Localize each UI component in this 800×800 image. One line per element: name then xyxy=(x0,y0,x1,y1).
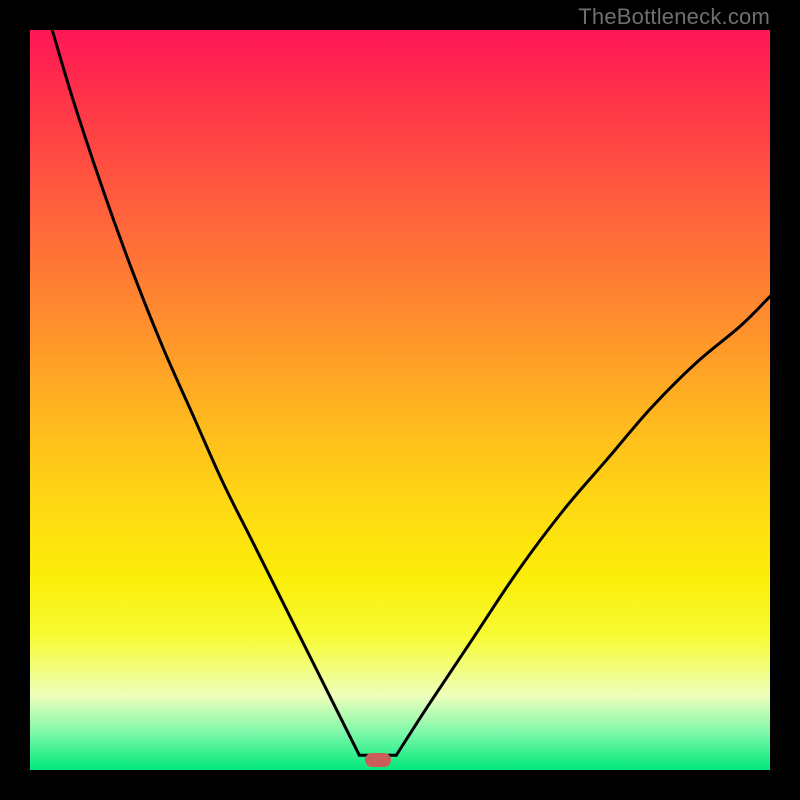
optimal-marker xyxy=(365,753,391,767)
left-branch-path xyxy=(52,30,359,755)
right-branch-path xyxy=(396,296,770,755)
plot-area xyxy=(30,30,770,770)
watermark-text: TheBottleneck.com xyxy=(578,4,770,30)
chart-frame: TheBottleneck.com xyxy=(0,0,800,800)
curve-layer xyxy=(30,30,770,770)
